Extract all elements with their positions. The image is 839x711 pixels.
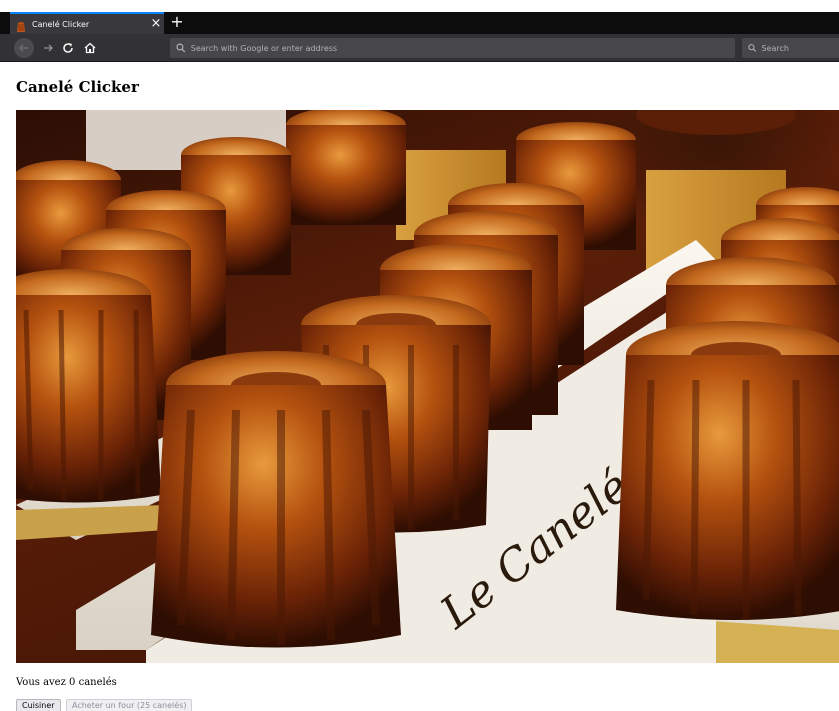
canele-photo[interactable]: Le Canelé — [16, 110, 839, 663]
reload-icon — [63, 43, 73, 53]
canele-illustration: Le Canelé — [16, 110, 839, 663]
address-input[interactable] — [190, 43, 735, 53]
navigation-toolbar — [0, 34, 839, 62]
address-bar[interactable] — [170, 38, 735, 58]
tab-close-icon[interactable]: × — [148, 15, 164, 33]
home-icon — [84, 42, 96, 54]
arrow-left-icon — [18, 44, 28, 52]
tab-canele-clicker[interactable]: Canelé Clicker × — [10, 12, 164, 34]
cook-button[interactable]: Cuisiner — [16, 699, 61, 711]
tab-title: Canelé Clicker — [32, 19, 90, 29]
back-button[interactable] — [14, 38, 34, 58]
search-input[interactable] — [761, 43, 839, 53]
arrow-right-icon — [44, 44, 53, 52]
search-icon — [748, 44, 757, 52]
forward-button[interactable] — [38, 38, 58, 58]
page-title: Canelé Clicker — [16, 78, 139, 96]
search-bar[interactable] — [742, 38, 839, 58]
search-icon — [176, 43, 186, 53]
reload-button[interactable] — [58, 38, 78, 58]
buy-oven-button[interactable]: Acheter un four (25 canelés) — [66, 699, 193, 711]
new-tab-button[interactable]: + — [169, 12, 185, 34]
canele-favicon-icon — [16, 18, 26, 32]
tab-bar: Canelé Clicker × + — [0, 12, 839, 34]
canele-counter: Vous avez 0 canelés — [16, 677, 117, 688]
home-button[interactable] — [80, 38, 100, 58]
